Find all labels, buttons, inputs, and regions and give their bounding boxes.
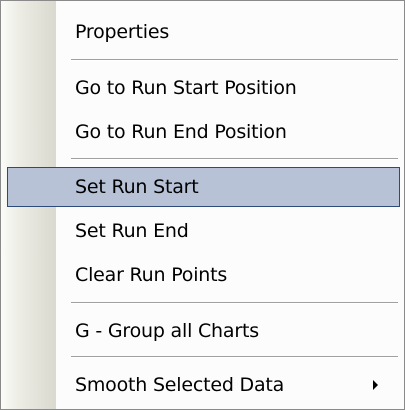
menu-separator [71, 59, 398, 61]
menu-item-label: Set Run Start [75, 176, 199, 198]
menu-item-set-run-start[interactable]: Set Run Start [7, 167, 400, 207]
menu-item-properties[interactable]: Properties [1, 12, 404, 52]
menu-item-label: G - Group all Charts [75, 320, 259, 342]
menu-item-label: Go to Run Start Position [75, 77, 297, 99]
context-menu: Properties Go to Run Start Position Go t… [0, 0, 405, 410]
menu-item-label: Go to Run End Position [75, 121, 287, 143]
menu-item-label: Clear Run Points [75, 264, 228, 286]
menu-separator [71, 158, 398, 160]
menu-item-smooth-selected-data[interactable]: Smooth Selected Data [1, 365, 404, 405]
menu-item-label: Smooth Selected Data [75, 374, 285, 396]
menu-item-group-all-charts[interactable]: G - Group all Charts [1, 311, 404, 351]
menu-item-set-run-end[interactable]: Set Run End [1, 211, 404, 251]
submenu-arrow-icon [373, 380, 378, 390]
menu-item-go-to-run-end-position[interactable]: Go to Run End Position [1, 112, 404, 152]
menu-separator [71, 356, 398, 358]
menu-item-label: Properties [75, 21, 170, 43]
menu-item-clear-run-points[interactable]: Clear Run Points [1, 255, 404, 295]
menu-separator [71, 302, 398, 304]
menu-item-go-to-run-start-position[interactable]: Go to Run Start Position [1, 68, 404, 108]
menu-item-label: Set Run End [75, 220, 189, 242]
